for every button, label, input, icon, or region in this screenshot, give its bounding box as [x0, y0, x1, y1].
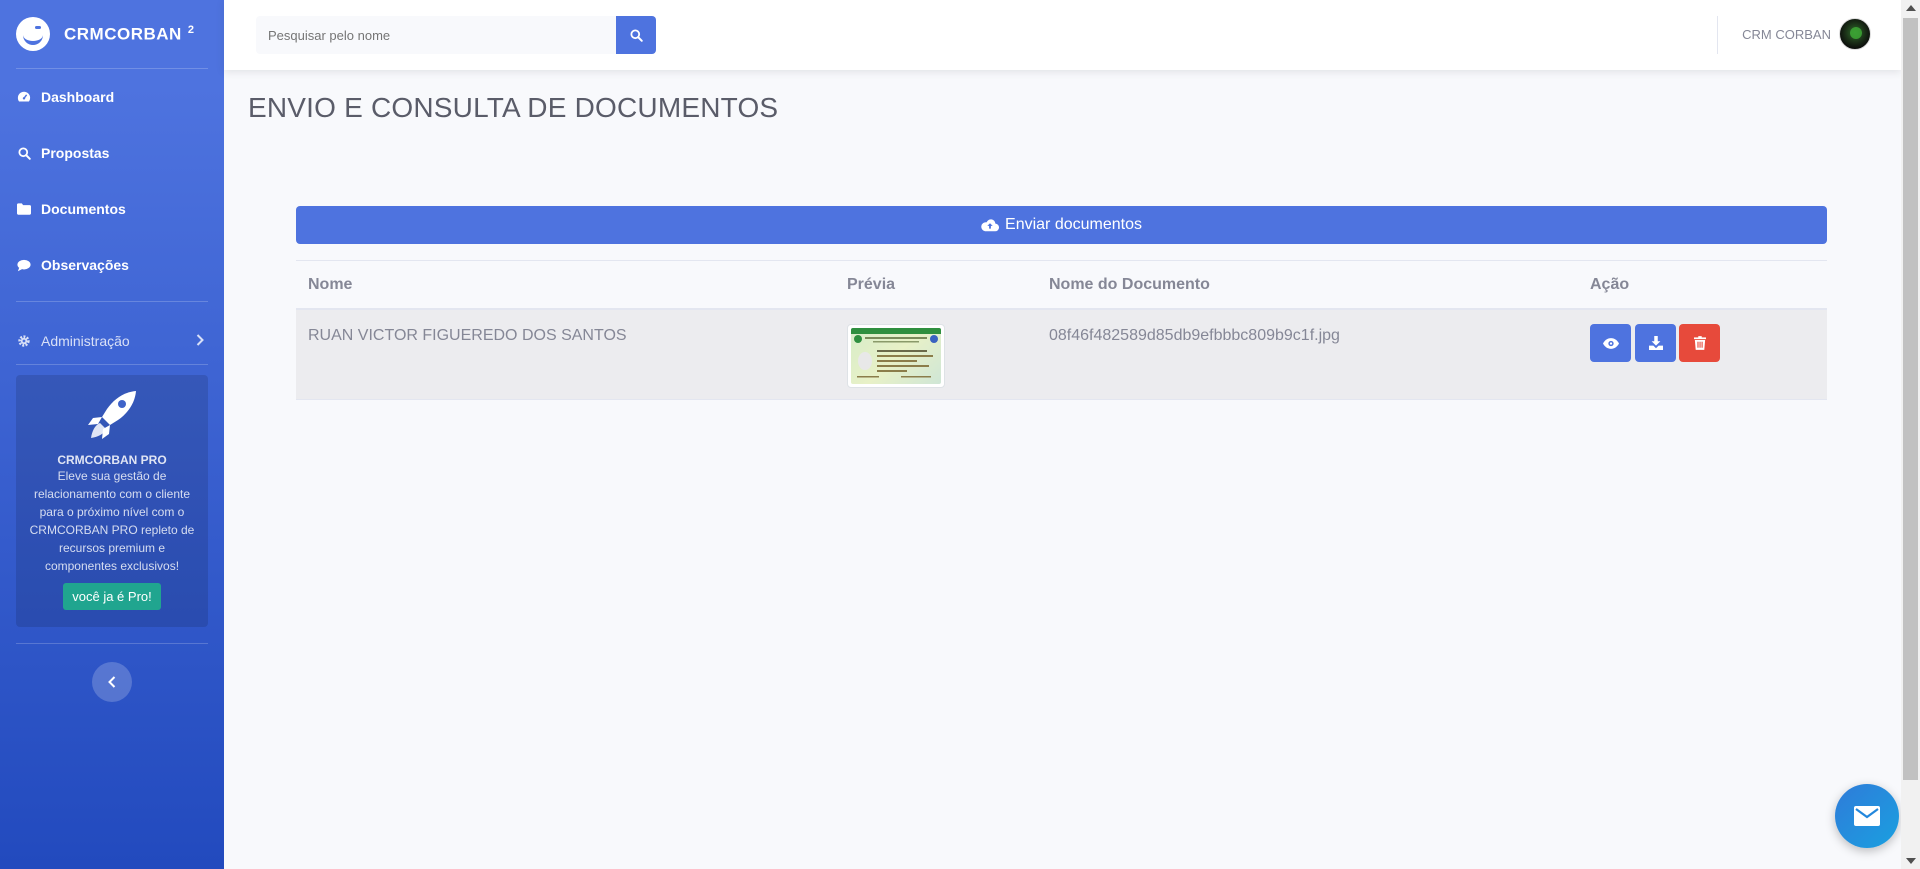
tachometer-icon — [16, 90, 32, 104]
sidebar-divider — [16, 364, 208, 365]
chevron-right-icon — [196, 333, 204, 349]
page-scrollbar[interactable] — [1901, 0, 1920, 869]
download-button[interactable] — [1635, 324, 1676, 362]
pro-card-text: Eleve sua gestão de relacionamento com o… — [29, 469, 195, 573]
chevron-left-icon — [108, 676, 116, 688]
sidebar-item-label: Propostas — [41, 145, 110, 161]
cloud-upload-icon — [981, 218, 1000, 232]
brand[interactable]: CRMCORBAN 2 — [0, 0, 224, 68]
sidebar-item-label: Documentos — [41, 201, 126, 217]
pro-button[interactable]: você ja é Pro! — [63, 583, 161, 610]
column-header-nome: Nome — [308, 276, 353, 293]
rocket-icon — [16, 389, 208, 441]
sidebar-item-documentos[interactable]: Documentos — [0, 181, 224, 237]
user-menu[interactable]: CRM CORBAN — [1742, 18, 1871, 50]
documents-table: Nome Prévia Nome do Documento Ação RUAN … — [296, 260, 1827, 400]
sidebar-item-label: Dashboard — [41, 89, 115, 105]
scroll-up-arrow-icon[interactable] — [1906, 5, 1916, 11]
id-card-image — [851, 328, 941, 378]
page-title: ENVIO E CONSULTA DE DOCUMENTOS — [248, 92, 779, 123]
column-header-acao: Ação — [1590, 276, 1630, 293]
search-button[interactable] — [616, 16, 656, 54]
brand-logo-icon — [16, 17, 50, 51]
delete-button[interactable] — [1679, 324, 1720, 362]
upload-documents-label: Enviar documentos — [1005, 216, 1142, 233]
sidebar-divider — [16, 643, 208, 644]
view-button[interactable] — [1590, 324, 1631, 362]
pro-card: CRMCORBAN PRO Eleve sua gestão de relaci… — [16, 375, 208, 627]
upload-documents-button[interactable]: Enviar documentos — [296, 206, 1827, 244]
search-bar — [256, 16, 656, 54]
download-icon — [1648, 336, 1663, 350]
sidebar-item-label: Administração — [41, 333, 130, 349]
folder-icon — [16, 203, 32, 215]
document-preview-thumbnail[interactable] — [847, 324, 945, 388]
search-icon — [629, 28, 643, 42]
row-document-filename: 08f46f482589d85db9efbbbc809b9c1f.jpg — [1049, 327, 1340, 344]
pro-card-title: CRMCORBAN PRO — [57, 453, 167, 467]
search-input[interactable] — [256, 16, 616, 54]
topbar: CRM CORBAN — [224, 0, 1901, 70]
sidebar-item-observacoes[interactable]: Observações — [0, 237, 224, 293]
user-name: CRM CORBAN — [1742, 26, 1831, 42]
scroll-down-arrow-icon[interactable] — [1906, 858, 1916, 864]
gear-icon — [16, 334, 32, 348]
sidebar: CRMCORBAN 2 Dashboard Propostas Documento… — [0, 0, 224, 869]
avatar — [1839, 18, 1871, 50]
contact-mail-button[interactable] — [1835, 784, 1899, 848]
sidebar-item-propostas[interactable]: Propostas — [0, 125, 224, 181]
sidebar-toggle-button[interactable] — [92, 662, 132, 702]
eye-icon — [1602, 337, 1619, 349]
comment-icon — [16, 259, 32, 272]
brand-name: CRMCORBAN — [64, 24, 182, 44]
search-icon — [16, 146, 32, 160]
brand-superscript: 2 — [187, 23, 195, 36]
topbar-divider — [1717, 16, 1718, 54]
column-header-nome-documento: Nome do Documento — [1049, 276, 1210, 293]
row-client-name: RUAN VICTOR FIGUEREDO DOS SANTOS — [308, 327, 627, 344]
sidebar-item-administracao[interactable]: Administração — [0, 296, 224, 386]
trash-icon — [1693, 336, 1706, 350]
table-row: RUAN VICTOR FIGUEREDO DOS SANTOS 08f46f4… — [296, 310, 1827, 400]
column-header-previa: Prévia — [847, 276, 896, 293]
envelope-icon — [1854, 806, 1880, 826]
sidebar-item-label: Observações — [41, 257, 129, 273]
sidebar-item-dashboard[interactable]: Dashboard — [0, 69, 224, 125]
scrollbar-thumb[interactable] — [1903, 18, 1918, 780]
table-header: Nome Prévia Nome do Documento Ação — [296, 260, 1827, 310]
